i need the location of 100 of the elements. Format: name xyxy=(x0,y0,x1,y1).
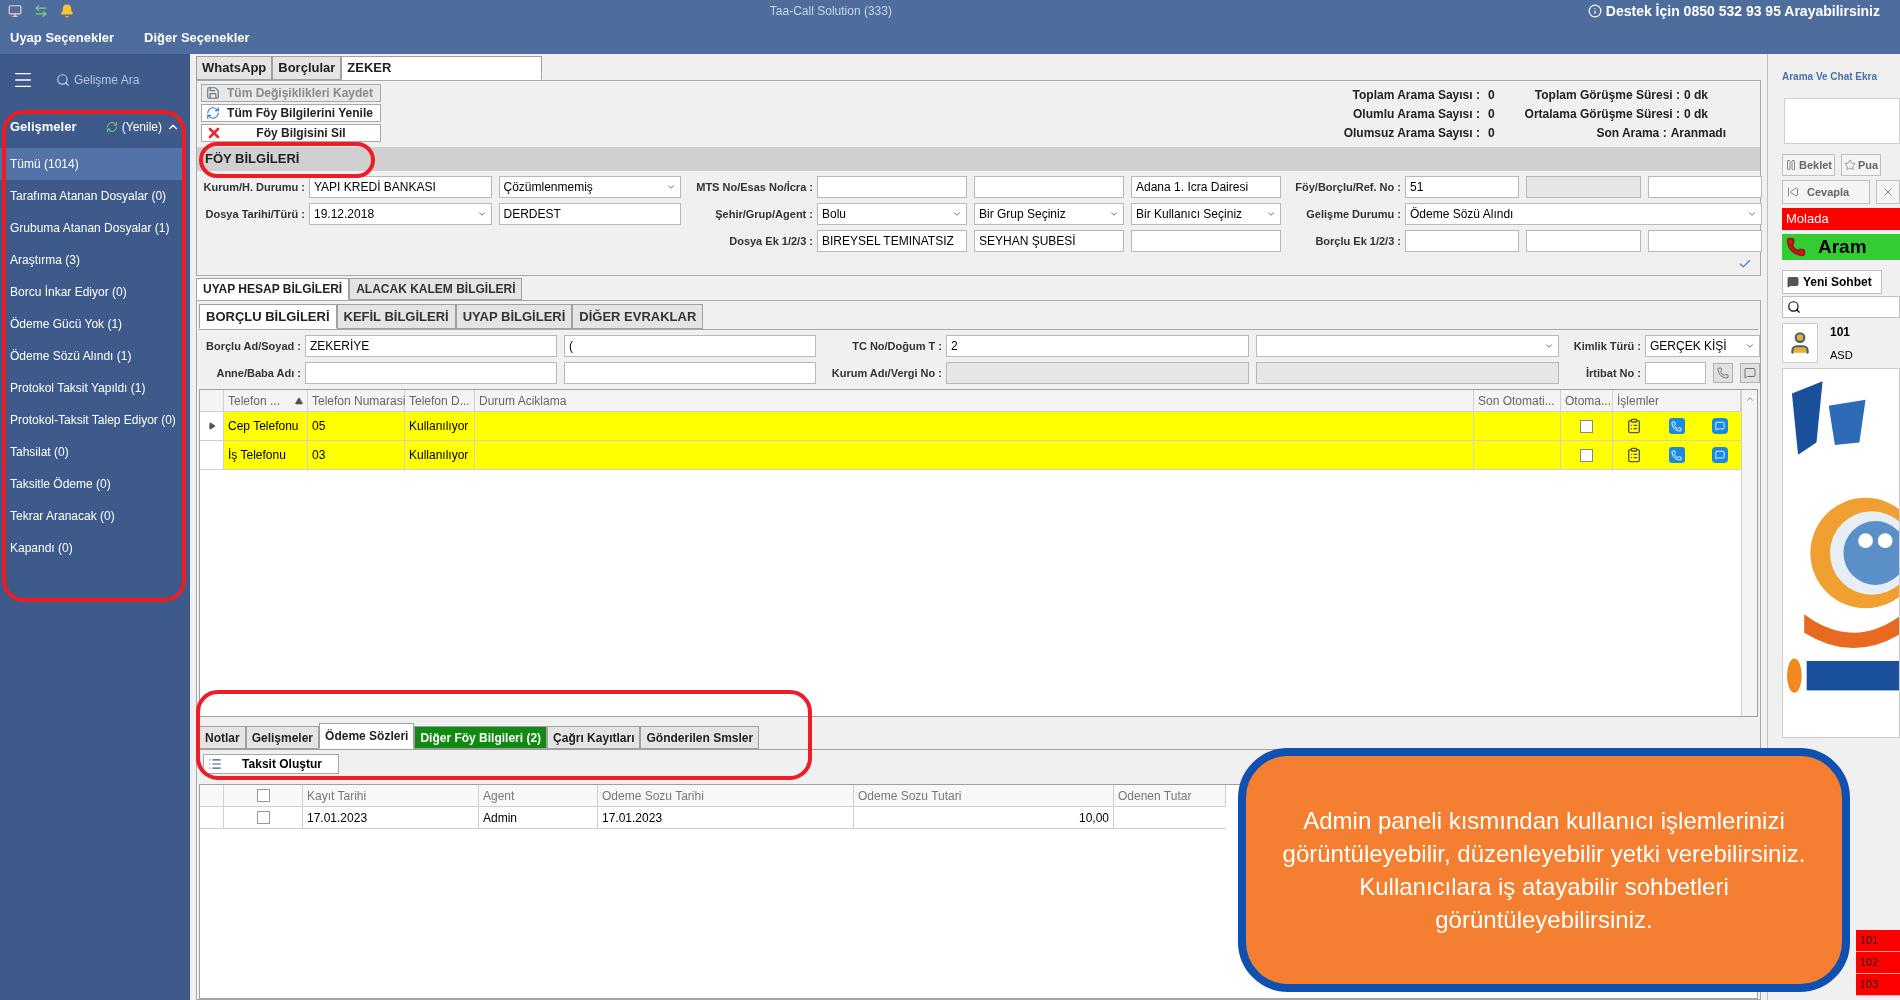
search-field[interactable] xyxy=(1782,296,1900,318)
chat-icon[interactable] xyxy=(1711,447,1728,463)
tab[interactable]: Diğer Föy Bilgileri (2) xyxy=(414,726,548,749)
text-field[interactable]: YAPI KREDİ BANKASI xyxy=(309,176,492,198)
text-field[interactable] xyxy=(1647,230,1762,252)
tab[interactable]: BORÇLU BİLGİLERİ xyxy=(199,304,337,329)
sidebar-item[interactable]: Borcu İnkar Ediyor (0) xyxy=(0,276,190,308)
checkbox[interactable] xyxy=(1580,419,1593,433)
close-button[interactable] xyxy=(1876,180,1900,204)
text-field[interactable] xyxy=(1645,362,1706,384)
text-field[interactable]: BIREYSEL TEMINATSIZ xyxy=(817,230,967,252)
tab[interactable]: DİĞER EVRAKLAR xyxy=(572,304,704,329)
text-field[interactable]: 51 xyxy=(1405,176,1520,198)
dropdown[interactable]: Bolu xyxy=(817,203,967,225)
tab[interactable]: ZEKER xyxy=(341,56,543,80)
dropdown[interactable]: Bir Kullanıcı Seçiniz xyxy=(1131,203,1281,225)
sidebar-item[interactable]: Tekrar Aranacak (0) xyxy=(0,500,190,532)
clipboard-icon[interactable] xyxy=(1626,418,1643,434)
dropdown[interactable] xyxy=(1256,335,1559,357)
column-header[interactable]: Otoma... xyxy=(1561,390,1613,411)
column-header[interactable]: Durum Aciklama xyxy=(475,390,1474,411)
contact-item[interactable]: 101 ASD xyxy=(1782,320,1900,368)
column-header[interactable]: Kayıt Tarihi xyxy=(303,785,479,806)
tab[interactable]: Gelişmeler xyxy=(245,726,320,749)
menu-item[interactable]: Diğer Seçenekler xyxy=(144,28,250,48)
text-field[interactable] xyxy=(564,362,816,384)
column-header[interactable]: Odenen Tutar xyxy=(1114,785,1226,806)
new-chat-button[interactable]: Yeni Sohbet xyxy=(1782,270,1882,294)
tab[interactable]: Gönderilen Smsler xyxy=(640,726,760,749)
text-field[interactable]: Adana 1. Icra Dairesi xyxy=(1131,176,1281,198)
chat-icon[interactable] xyxy=(1711,418,1728,434)
column-header[interactable]: Telefon Numarasi xyxy=(308,390,405,411)
sidebar-item[interactable]: Protokol Taksit Yapıldı (1) xyxy=(0,372,190,404)
column-header[interactable]: Telefon ... xyxy=(224,390,308,411)
text-field[interactable] xyxy=(1405,230,1520,252)
scroll-up-icon[interactable] xyxy=(1744,394,1755,404)
sidebar-item[interactable]: Araştırma (3) xyxy=(0,244,190,276)
panel-button[interactable]: Pua xyxy=(1841,154,1882,176)
readonly-field[interactable] xyxy=(1256,362,1559,384)
menu-item[interactable]: Uyap Seçenekler xyxy=(10,28,115,48)
tab[interactable]: Çağrı Kayıtları xyxy=(547,726,641,749)
answer-button[interactable]: Cevapla xyxy=(1782,180,1870,204)
bell-icon[interactable] xyxy=(60,4,74,18)
sidebar-item[interactable]: Kapandı (0) xyxy=(0,532,190,564)
checkbox[interactable] xyxy=(1580,448,1593,462)
sidebar-item[interactable]: Protokol-Taksit Talep Ediyor (0) xyxy=(0,404,190,436)
sidebar-item[interactable]: Tümü (1014) xyxy=(0,148,182,180)
tab[interactable]: ALACAK KALEM BİLGİLERİ xyxy=(349,278,523,300)
column-header[interactable]: Son Otomati... xyxy=(1474,390,1561,411)
tab[interactable]: Ödeme Sözleri xyxy=(319,723,415,749)
toolbar-button[interactable]: Tüm Föy Bilgilerini Yenile xyxy=(201,104,381,122)
tab[interactable]: Notlar xyxy=(199,726,246,749)
dropdown[interactable]: Çözümlenmemiş xyxy=(498,176,681,198)
dropdown[interactable]: GERÇEK KİŞİ xyxy=(1645,335,1760,357)
tab[interactable]: Borçlular xyxy=(272,56,342,80)
text-field[interactable]: SEYHAN ŞUBESİ xyxy=(974,230,1124,252)
sms-button[interactable] xyxy=(1740,363,1760,383)
text-field[interactable]: ZEKERİYE xyxy=(305,335,557,357)
toolbar-button[interactable]: Föy Bilgisini Sil xyxy=(201,124,381,142)
swap-icon[interactable] xyxy=(34,4,48,18)
column-header[interactable]: Telefon D... xyxy=(405,390,475,411)
text-field[interactable] xyxy=(1131,230,1281,252)
phone-icon[interactable] xyxy=(1669,447,1685,463)
refresh-button[interactable]: (Yenile) xyxy=(105,118,180,136)
tab[interactable]: KEFİL BİLGİLERİ xyxy=(336,304,456,329)
text-field[interactable] xyxy=(1647,176,1762,198)
text-field[interactable]: DERDEST xyxy=(498,203,681,225)
sidebar-item[interactable]: Tarafıma Atanan Dosyalar (0) xyxy=(0,180,190,212)
sidebar-item[interactable]: Tahsilat (0) xyxy=(0,436,190,468)
tab[interactable]: UYAP BİLGİLERİ xyxy=(455,304,573,329)
text-field[interactable] xyxy=(305,362,557,384)
text-field[interactable]: ( xyxy=(564,335,816,357)
column-header[interactable]: Odeme Sozu Tutari xyxy=(854,785,1114,806)
sidebar-item[interactable]: Ödeme Sözü Alındı (1) xyxy=(0,340,190,372)
create-installment-button[interactable]: Taksit Oluştur xyxy=(203,754,339,774)
sidebar-item[interactable]: Taksitle Ödeme (0) xyxy=(0,468,190,500)
dropdown[interactable]: Ödeme Sözü Alındı xyxy=(1405,203,1762,225)
column-header[interactable]: Agent xyxy=(479,785,598,806)
column-header[interactable]: Odeme Sozu Tarihi xyxy=(598,785,854,806)
tab[interactable]: WhatsApp xyxy=(196,56,273,80)
call-button[interactable] xyxy=(1713,363,1733,383)
search-field[interactable]: Gelişme Ara xyxy=(56,71,140,89)
dropdown[interactable]: Bir Grup Seçiniz xyxy=(974,203,1124,225)
scrollbar[interactable] xyxy=(1741,390,1757,716)
readonly-field[interactable] xyxy=(946,362,1249,384)
sidebar-item[interactable]: Grubuma Atanan Dosyalar (1) xyxy=(0,212,190,244)
text-field[interactable]: 2 xyxy=(946,335,1249,357)
sidebar-item[interactable]: Ödeme Gücü Yok (1) xyxy=(0,308,190,340)
clipboard-icon[interactable] xyxy=(1626,447,1643,463)
phone-icon[interactable] xyxy=(1669,418,1685,434)
checkbox[interactable] xyxy=(256,789,270,802)
tab[interactable]: UYAP HESAP BİLGİLERİ xyxy=(196,278,350,300)
call-bar[interactable]: Aram xyxy=(1782,234,1900,260)
text-field[interactable] xyxy=(1526,230,1641,252)
text-field[interactable] xyxy=(974,176,1124,198)
panel-button[interactable]: Beklet xyxy=(1782,154,1836,176)
readonly-field[interactable] xyxy=(1526,176,1641,198)
dropdown[interactable]: 19.12.2018 xyxy=(309,203,492,225)
checkbox[interactable] xyxy=(256,811,270,824)
text-field[interactable] xyxy=(817,176,967,198)
